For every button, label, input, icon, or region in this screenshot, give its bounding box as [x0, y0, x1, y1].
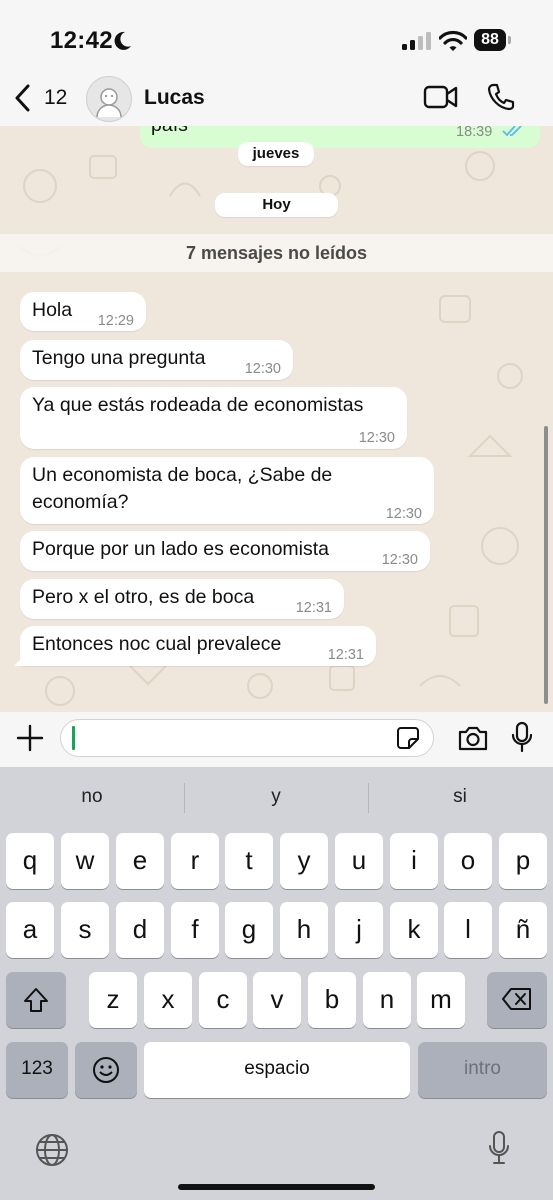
moon-icon	[114, 31, 132, 56]
key-l[interactable]: l	[444, 902, 492, 958]
home-indicator	[178, 1184, 375, 1190]
message-time: 12:31	[295, 600, 332, 616]
key-h[interactable]: h	[280, 902, 328, 958]
message-time: 12:30	[385, 506, 422, 522]
key-a[interactable]: a	[6, 902, 54, 958]
phone-icon[interactable]	[486, 82, 516, 117]
shift-key[interactable]	[6, 972, 66, 1028]
battery-tip	[508, 36, 511, 44]
status-time: 12:42	[50, 27, 113, 54]
message-time: 12:31	[327, 647, 364, 663]
back-button[interactable]	[14, 84, 32, 117]
message-time: 12:30	[244, 361, 281, 377]
key-m[interactable]: m	[417, 972, 465, 1028]
key-b[interactable]: b	[308, 972, 356, 1028]
message-text: Ya que estás rodeada de economistas	[32, 394, 364, 416]
key-s[interactable]: s	[61, 902, 109, 958]
date-chip-hoy: Hoy	[215, 193, 338, 217]
key-r[interactable]: r	[171, 833, 219, 889]
signal-icon	[402, 32, 432, 55]
message-bubble[interactable]: Tengo una pregunta 12:30	[20, 340, 293, 380]
message-input[interactable]	[60, 719, 434, 757]
message-bubble[interactable]: Hola 12:29	[20, 292, 146, 331]
key-g[interactable]: g	[225, 902, 273, 958]
key-z[interactable]: z	[89, 972, 137, 1028]
key-enye[interactable]: ñ	[499, 902, 547, 958]
unread-banner: 7 mensajes no leídos	[0, 234, 553, 272]
space-key[interactable]: espacio	[144, 1042, 410, 1098]
message-time: 12:30	[381, 552, 418, 568]
key-i[interactable]: i	[390, 833, 438, 889]
numbers-key[interactable]: 123	[6, 1042, 68, 1098]
emoji-icon	[93, 1057, 119, 1083]
shift-icon	[24, 988, 48, 1012]
key-n[interactable]: n	[363, 972, 411, 1028]
key-d[interactable]: d	[116, 902, 164, 958]
key-t[interactable]: t	[225, 833, 273, 889]
key-p[interactable]: p	[499, 833, 547, 889]
suggestion-divider	[368, 783, 369, 813]
message-bubble[interactable]: Entonces noc cual prevalece 12:31	[20, 626, 376, 666]
suggestion-1[interactable]: no	[42, 786, 142, 808]
battery-indicator: 88	[474, 29, 506, 51]
sent-message-time: 18:39	[456, 126, 493, 140]
key-u[interactable]: u	[335, 833, 383, 889]
key-o[interactable]: o	[444, 833, 492, 889]
message-text: Pero x el otro, es de boca	[32, 586, 255, 608]
text-cursor	[72, 726, 75, 750]
message-text: Entonces noc cual prevalece	[32, 633, 282, 655]
sticker-icon[interactable]	[396, 726, 420, 755]
bubble-tail	[14, 654, 26, 666]
camera-icon[interactable]	[457, 724, 489, 757]
suggestion-3[interactable]: si	[410, 786, 510, 808]
message-text: Porque por un lado es economista	[32, 538, 330, 560]
video-call-icon[interactable]	[423, 84, 459, 115]
scrollbar[interactable]	[544, 426, 548, 704]
globe-icon[interactable]	[35, 1133, 69, 1172]
message-text: Tengo una pregunta	[32, 347, 206, 369]
key-x[interactable]: x	[144, 972, 192, 1028]
key-v[interactable]: v	[253, 972, 301, 1028]
back-unread-count[interactable]: 12	[44, 86, 67, 110]
key-c[interactable]: c	[199, 972, 247, 1028]
key-w[interactable]: w	[61, 833, 109, 889]
message-bubble[interactable]: Porque por un lado es economista 12:30	[20, 531, 430, 571]
contact-name[interactable]: Lucas	[144, 86, 205, 110]
avatar[interactable]	[86, 76, 132, 122]
key-j[interactable]: j	[335, 902, 383, 958]
microphone-icon[interactable]	[511, 721, 533, 758]
wifi-icon	[438, 30, 468, 57]
suggestion-2[interactable]: y	[226, 786, 326, 808]
message-bubble[interactable]: Un economista de boca, ¿Sabe de economía…	[20, 457, 434, 524]
chat-area[interactable]: país 18:39 jueves Hoy 7 mensajes no leíd…	[0, 126, 553, 712]
message-time: 12:30	[358, 430, 395, 446]
key-y[interactable]: y	[280, 833, 328, 889]
return-key[interactable]: intro	[418, 1042, 547, 1098]
suggestion-divider	[184, 783, 185, 813]
key-f[interactable]: f	[171, 902, 219, 958]
emoji-key[interactable]	[75, 1042, 137, 1098]
double-check-icon	[502, 126, 524, 143]
chat-header	[0, 80, 553, 126]
message-bubble[interactable]: Ya que estás rodeada de economistas 12:3…	[20, 387, 407, 449]
message-text: Un economista de boca, ¿Sabe de economía…	[32, 464, 333, 513]
message-text: Hola	[32, 299, 73, 321]
delete-key[interactable]	[487, 972, 547, 1028]
key-e[interactable]: e	[116, 833, 164, 889]
message-bubble[interactable]: Pero x el otro, es de boca 12:31	[20, 579, 344, 619]
plus-icon[interactable]	[16, 724, 44, 757]
sent-message-text: país	[151, 126, 188, 137]
date-chip-jueves: jueves	[238, 142, 314, 166]
key-k[interactable]: k	[390, 902, 438, 958]
dictation-mic-icon[interactable]	[488, 1130, 510, 1171]
key-q[interactable]: q	[6, 833, 54, 889]
message-time: 12:29	[97, 313, 134, 329]
backspace-icon	[502, 988, 531, 1010]
